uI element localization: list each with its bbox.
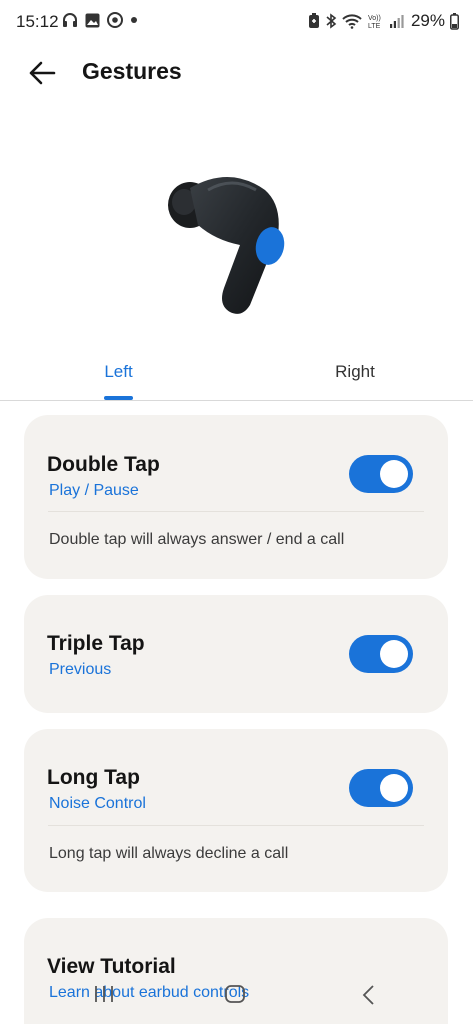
ear-tabs: Left Right xyxy=(0,350,473,401)
status-bar: 15:12 Vo)) LTE 29% xyxy=(0,0,473,44)
headphones-icon xyxy=(63,13,77,27)
signal-icon xyxy=(389,15,404,28)
toggle-knob xyxy=(380,774,408,802)
gallery-icon xyxy=(85,13,100,27)
gesture-card-triple-tap[interactable]: Triple Tap Previous xyxy=(24,595,448,713)
gesture-card-double-tap[interactable]: Double Tap Play / Pause Double tap will … xyxy=(24,415,448,579)
battery-saver-icon xyxy=(308,13,319,28)
chrome-icon xyxy=(107,12,123,28)
gesture-title: Long Tap xyxy=(47,766,140,789)
gesture-note: Long tap will always decline a call xyxy=(49,845,289,862)
system-nav-bar xyxy=(0,970,473,1020)
tab-indicator xyxy=(104,396,133,400)
system-icons: Vo)) LTE 29% xyxy=(308,11,459,31)
home-button[interactable] xyxy=(224,984,246,1009)
arrow-back-icon xyxy=(29,61,56,85)
svg-text:Vo)): Vo)) xyxy=(368,15,381,22)
bluetooth-icon xyxy=(326,13,337,29)
gesture-action: Play / Pause xyxy=(49,482,139,499)
gesture-title: Double Tap xyxy=(47,453,160,476)
gesture-title: Triple Tap xyxy=(47,632,145,655)
card-divider xyxy=(48,825,424,826)
gesture-card-long-tap[interactable]: Long Tap Noise Control Long tap will alw… xyxy=(24,729,448,892)
recents-icon xyxy=(95,986,113,1002)
battery-percent: 29% xyxy=(410,11,445,30)
back-button[interactable] xyxy=(22,55,62,91)
chevron-left-icon xyxy=(362,985,374,1005)
battery-icon xyxy=(450,12,459,30)
gesture-note: Double tap will always answer / end a ca… xyxy=(49,531,345,548)
nav-back-button[interactable] xyxy=(361,984,377,1011)
page-title: Gestures xyxy=(82,58,182,84)
status-time: 15:12 xyxy=(16,12,59,31)
card-divider xyxy=(48,511,424,512)
notification-icons xyxy=(62,12,138,28)
gesture-action: Previous xyxy=(49,661,112,678)
recents-button[interactable] xyxy=(93,984,115,1009)
tab-right[interactable]: Right xyxy=(237,362,473,382)
dot-icon xyxy=(131,17,137,23)
home-icon xyxy=(225,985,245,1003)
gesture-action: Noise Control xyxy=(49,795,146,812)
toggle-knob xyxy=(380,460,408,488)
volte-icon: Vo)) LTE xyxy=(368,15,381,29)
tab-left[interactable]: Left xyxy=(0,362,237,382)
earbud-image xyxy=(168,176,285,314)
triple-tap-toggle[interactable] xyxy=(349,635,413,673)
wifi-icon xyxy=(342,14,362,29)
double-tap-toggle[interactable] xyxy=(349,455,413,493)
long-tap-toggle[interactable] xyxy=(349,769,413,807)
svg-text:LTE: LTE xyxy=(368,23,381,29)
toggle-knob xyxy=(380,640,408,668)
